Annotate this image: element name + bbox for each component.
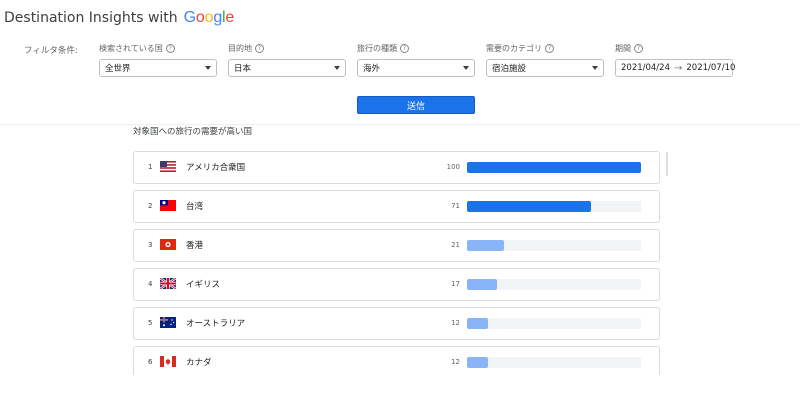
demand-value: 71	[451, 202, 460, 210]
filter-label: フィルタ条件:	[24, 46, 78, 56]
demand-bar-track	[467, 279, 641, 290]
demand-bar-track	[467, 162, 641, 173]
filter-field-label: 需要のカテゴリ?	[486, 43, 604, 54]
travel-type-select[interactable]: 海外	[357, 59, 475, 77]
logo-letter: G	[183, 9, 196, 26]
uk-flag-icon	[160, 278, 176, 289]
demand-bar-track	[467, 357, 641, 368]
field-label-text: 目的地	[228, 44, 252, 53]
demand-value: 100	[446, 163, 460, 171]
taiwan-flag-icon	[160, 200, 176, 211]
demand-value: 12	[451, 319, 460, 327]
help-icon[interactable]: ?	[400, 44, 409, 53]
arrow-right-icon: →	[674, 62, 683, 74]
filter-demand-category: 需要のカテゴリ? 宿泊施設	[486, 43, 604, 77]
demand-value: 12	[451, 358, 460, 366]
filter-field-label: 検索されている国?	[99, 43, 217, 54]
result-row[interactable]: 3 香港 21	[133, 229, 660, 262]
help-icon[interactable]: ?	[165, 44, 175, 53]
app-title: Destination Insights with Google	[4, 9, 234, 27]
us-flag-icon	[160, 161, 176, 172]
help-icon[interactable]: ?	[545, 44, 554, 53]
submit-button[interactable]: 送信	[357, 96, 475, 114]
demand-value: 17	[451, 280, 460, 288]
caret-down-icon	[592, 66, 598, 70]
demand-bar	[467, 162, 641, 173]
field-label-text: 検索されている国	[99, 44, 163, 53]
country-name: カナダ	[186, 358, 212, 368]
google-logo: Google	[183, 9, 235, 27]
filter-field-label: 期間?	[615, 43, 733, 54]
rank-number: 6	[148, 358, 153, 366]
demand-bar-track	[467, 201, 641, 212]
caret-down-icon	[205, 66, 211, 70]
result-row[interactable]: 2 台湾 71	[133, 190, 660, 223]
field-label-text: 期間	[615, 44, 631, 53]
australia-flag-icon	[160, 317, 176, 328]
caret-down-icon	[463, 66, 469, 70]
rank-number: 3	[148, 241, 153, 249]
results-list[interactable]: 1 アメリカ合衆国 100 2 台湾 71 3 香港 21 4 イギリス 17 …	[133, 151, 660, 375]
result-row[interactable]: 5 オーストラリア 12	[133, 307, 660, 340]
rank-number: 4	[148, 280, 153, 288]
logo-letter: o	[195, 9, 205, 26]
hongkong-flag-icon	[160, 239, 176, 250]
result-row[interactable]: 1 アメリカ合衆国 100	[133, 151, 660, 184]
filter-period: 期間? 2021/04/24 → 2021/07/10	[615, 43, 735, 77]
filter-travel-type: 旅行の種類? 海外	[357, 43, 475, 77]
logo-letter: g	[213, 9, 223, 26]
select-value: 全世界	[105, 64, 131, 74]
rank-number: 5	[148, 319, 153, 327]
select-value: 宿泊施設	[492, 64, 527, 74]
period-date-range[interactable]: 2021/04/24 → 2021/07/10	[615, 59, 735, 77]
period-start-date[interactable]: 2021/04/24	[621, 63, 670, 73]
country-name: オーストラリア	[186, 319, 246, 329]
app-title-text: Destination Insights with	[4, 10, 178, 26]
help-icon[interactable]: ?	[634, 44, 643, 53]
country-name: 香港	[186, 241, 204, 251]
demand-value: 21	[451, 241, 460, 249]
rank-number: 2	[148, 202, 153, 210]
destination-select[interactable]: 日本	[228, 59, 346, 77]
caret-down-icon	[334, 66, 340, 70]
demand-bar	[467, 357, 488, 368]
canada-flag-icon	[160, 356, 176, 367]
divider	[0, 124, 800, 125]
filter-field-label: 目的地?	[228, 43, 346, 54]
select-value: 海外	[363, 64, 381, 74]
country-name: 台湾	[186, 202, 204, 212]
scrollbar-thumb[interactable]	[666, 152, 668, 176]
demand-bar	[467, 279, 497, 290]
results-heading: 対象国への旅行の需要が高い国	[133, 127, 253, 137]
logo-letter: e	[225, 9, 235, 26]
country-name: アメリカ合衆国	[186, 163, 246, 173]
result-row[interactable]: 6 カナダ 12	[133, 346, 660, 375]
filter-destination: 目的地? 日本	[228, 43, 346, 77]
demand-bar-track	[467, 240, 641, 251]
filter-searched-country: 検索されている国? 全世界	[99, 43, 217, 77]
select-value: 日本	[234, 64, 252, 74]
demand-bar-track	[467, 318, 641, 329]
filter-field-label: 旅行の種類?	[357, 43, 475, 54]
demand-category-select[interactable]: 宿泊施設	[486, 59, 604, 77]
field-label-text: 旅行の種類	[357, 44, 397, 53]
demand-bar	[467, 240, 504, 251]
demand-bar	[467, 318, 488, 329]
country-name: イギリス	[186, 280, 221, 290]
result-row[interactable]: 4 イギリス 17	[133, 268, 660, 301]
help-icon[interactable]: ?	[255, 44, 264, 53]
period-end-date[interactable]: 2021/07/10	[686, 63, 735, 73]
demand-bar	[467, 201, 591, 212]
rank-number: 1	[148, 163, 153, 171]
field-label-text: 需要のカテゴリ	[486, 44, 542, 53]
searched-country-select[interactable]: 全世界	[99, 59, 217, 77]
